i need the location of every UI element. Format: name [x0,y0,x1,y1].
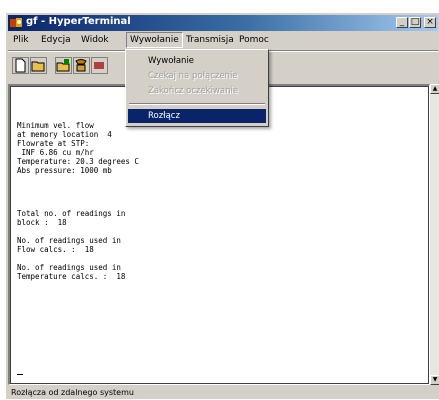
phone-icon[interactable] [73,57,90,74]
terminal-line: No. of readings used in [17,263,121,272]
window-title: gf - HyperTerminal [26,16,131,27]
menu-item-zakoncz-oczekiwanie[interactable]: Zakończ oczekiwanie [128,84,266,98]
open-folder-icon[interactable] [30,57,47,74]
disconnect-icon[interactable] [91,57,108,74]
menu-widok[interactable]: Widok [78,33,112,47]
status-bar: Rozłącza od zdalnego systemu [8,387,438,400]
status-text: Rozłącza od zdalnego systemu [11,388,134,397]
minimize-button[interactable]: _ [396,17,408,28]
terminal-line: Temperature calcs. : 18 [17,272,126,281]
menu-transmisja[interactable]: Transmisja [183,33,237,47]
menu-separator [129,103,265,105]
terminal-line: Temperature: 20.3 degrees C [17,157,139,166]
menu-plik[interactable]: Plik [10,33,32,47]
open-session-icon[interactable] [55,57,72,74]
terminal-line: Flowrate at STP: [17,139,90,148]
scroll-down-icon[interactable]: ▼ [430,375,439,385]
hyperterminal-app-icon[interactable] [10,17,23,29]
terminal-line: Minimum vel. flow [17,121,94,130]
terminal-frame: Minimum vel. flow at memory location 4 F… [10,86,429,384]
menu-wywolanie[interactable]: Wywołanie [126,32,183,48]
wywolanie-dropdown-menu: Wywołanie Czekaj na połączenie Zakończ o… [125,49,269,127]
terminal-line: Flow calcs. : 18 [17,245,94,254]
close-button[interactable]: × [424,17,436,28]
title-bar[interactable]: gf - HyperTerminal _ □ × [8,15,438,31]
menu-item-czekaj-na-polaczenie[interactable]: Czekaj na połączenie [128,69,266,83]
terminal-line: Abs pressure: 1000 mb [17,166,112,175]
terminal-output[interactable]: Minimum vel. flow at memory location 4 F… [8,84,430,385]
menu-edycja[interactable]: Edycja [38,33,74,47]
terminal-line: Total no. of readings in [17,209,126,218]
menu-item-rozlacz[interactable]: Rozłącz [128,109,266,123]
menu-item-wywolanie[interactable]: Wywołanie [128,54,266,68]
terminal-line: INF 6.86 cu m/hr [17,148,94,157]
text-cursor [17,374,23,375]
new-file-icon[interactable] [12,57,29,74]
vertical-scrollbar[interactable]: ▲ ▼ [430,84,439,385]
terminal-line: at memory location 4 [17,130,112,139]
menu-pomoc[interactable]: Pomoc [236,33,272,47]
maximize-button[interactable]: □ [409,17,421,28]
menu-bar: Plik Edycja Widok Wywołanie Transmisja P… [8,32,438,48]
terminal-line: block : 18 [17,218,67,227]
terminal-line: No. of readings used in [17,236,121,245]
scroll-up-icon[interactable]: ▲ [430,84,439,94]
